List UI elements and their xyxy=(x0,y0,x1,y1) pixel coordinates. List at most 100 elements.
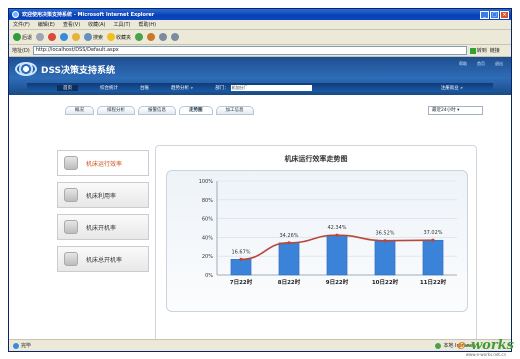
favorites-button[interactable]: 收藏夹 xyxy=(107,33,131,41)
help-link[interactable]: 帮助 xyxy=(459,61,467,67)
metric-efficiency[interactable]: 机床运行效率 xyxy=(57,150,149,176)
menu-view[interactable]: 查看(V) xyxy=(63,21,80,28)
back-arrow-icon xyxy=(13,33,21,41)
go-label: 转到 xyxy=(476,48,487,54)
menu-edit[interactable]: 编辑(E) xyxy=(38,21,55,28)
x-tick-label: 7日22时 xyxy=(230,278,253,286)
tab-overview[interactable]: 概况 xyxy=(65,106,94,115)
menu-file[interactable]: 文件(F) xyxy=(13,21,30,28)
data-label: 16.67% xyxy=(231,249,250,255)
mail-icon[interactable] xyxy=(159,33,168,41)
trend-point xyxy=(287,241,291,245)
metric-startup-label: 机床开机率 xyxy=(86,224,117,232)
home-link[interactable]: 首页 xyxy=(477,61,485,67)
address-bar: 地址(D) http://localhost/DSS/Default.aspx … xyxy=(9,45,511,57)
y-tick-label: 100% xyxy=(199,179,214,185)
time-range-select[interactable]: 最近24小时 ▾ xyxy=(428,106,483,115)
trend-point xyxy=(431,238,435,242)
menu-tools[interactable]: 工具(T) xyxy=(114,21,131,28)
y-tick-label: 80% xyxy=(202,198,213,204)
home-icon[interactable] xyxy=(72,33,81,41)
nav-statistics[interactable]: 综合统计 xyxy=(100,85,118,91)
tab-schedule[interactable]: 排程分析 xyxy=(97,106,135,115)
minimize-button[interactable]: _ xyxy=(480,10,489,19)
watermark-url: www.e-works.net.cn xyxy=(465,352,506,357)
chart-bar xyxy=(230,259,252,276)
y-tick-label: 20% xyxy=(202,254,213,260)
x-tick-label: 9日22时 xyxy=(326,278,349,286)
data-label: 36.52% xyxy=(375,231,394,237)
refresh-icon[interactable] xyxy=(60,33,69,41)
data-label: 37.02% xyxy=(423,230,442,236)
trend-point xyxy=(383,239,387,243)
page-done-icon xyxy=(13,342,19,349)
x-tick-label: 11日22时 xyxy=(420,278,447,286)
gauge-icon xyxy=(64,156,78,170)
metric-utilization-label: 机床利用率 xyxy=(86,192,117,200)
metric-total-startup-rate[interactable]: 机床总开机率 xyxy=(57,246,149,272)
search-label: 搜索 xyxy=(93,34,104,41)
browser-window: 欢迎使用决策支持系统 - Microsoft Internet Explorer… xyxy=(8,8,512,352)
search-icon xyxy=(84,33,93,41)
chart-panel: 机床运行效率走势图 0% 20% 40% 60% 80% 100% 16.67% 7日22时 3… xyxy=(155,145,477,342)
y-tick-label: 60% xyxy=(202,217,213,223)
toolbar: 后退 搜索 收藏夹 xyxy=(9,30,511,45)
y-tick-label: 0% xyxy=(205,273,213,279)
search-button[interactable]: 搜索 xyxy=(84,33,103,41)
address-input[interactable]: http://localhost/DSS/Default.aspx xyxy=(32,46,467,55)
chart-bar xyxy=(326,234,348,276)
star-icon xyxy=(107,33,116,41)
nav-ledger[interactable]: 台账 xyxy=(140,85,149,91)
links-label[interactable]: 链接 xyxy=(490,47,500,54)
main-nav: 首页 综合统计 台账 趋势分析 » 部门： 机加分厂 注册就业 » xyxy=(27,83,493,92)
app-logo: DSS决策支持系统 xyxy=(15,62,115,76)
tab-trend[interactable]: 走势图 xyxy=(179,106,213,115)
chart-bar xyxy=(422,239,444,276)
status-bar: 完毕 本地 Intranet xyxy=(9,339,511,351)
print-icon[interactable] xyxy=(171,33,180,41)
x-tick-label: 8日22时 xyxy=(278,278,301,286)
document-icon xyxy=(64,252,78,266)
menu-help[interactable]: 帮助(H) xyxy=(138,21,156,28)
menu-bar: 文件(F) 编辑(E) 查看(V) 收藏(A) 工具(T) 帮助(H) xyxy=(9,20,511,30)
maximize-button[interactable]: □ xyxy=(490,10,499,19)
forward-arrow-icon[interactable] xyxy=(36,33,45,41)
metric-utilization[interactable]: 机床利用率 xyxy=(57,182,149,208)
back-button[interactable]: 后退 xyxy=(13,33,32,41)
ie-icon xyxy=(12,11,19,18)
nav-exit[interactable]: 注册就业 » xyxy=(441,85,463,91)
go-arrow-icon xyxy=(469,47,476,54)
data-label: 34.26% xyxy=(279,233,298,239)
dept-select[interactable]: 机加分厂 xyxy=(230,84,312,91)
media-icon[interactable] xyxy=(135,33,144,41)
logout-link[interactable]: 退出 xyxy=(495,61,503,67)
dept-selector: 部门： 机加分厂 xyxy=(215,84,312,91)
metric-list: 机床运行效率 机床利用率 机床开机率 机床总开机率 xyxy=(57,150,149,278)
tab-strip: 概况 排程分析 报警信息 走势图 加工信息 xyxy=(65,106,254,115)
metric-startup-rate[interactable]: 机床开机率 xyxy=(57,214,149,240)
tool-icon xyxy=(64,220,78,234)
menu-favorites[interactable]: 收藏(A) xyxy=(88,21,105,28)
metric-efficiency-label: 机床运行效率 xyxy=(86,160,123,168)
logo-text: DSS决策支持系统 xyxy=(41,65,116,76)
favorites-label: 收藏夹 xyxy=(116,34,132,41)
chart-bar xyxy=(278,242,300,276)
tab-processing[interactable]: 加工信息 xyxy=(215,106,254,115)
chart-plot-box: 0% 20% 40% 60% 80% 100% 16.67% 7日22时 34.26% 8日22时… xyxy=(166,170,468,312)
go-button[interactable]: 转到 xyxy=(469,47,487,54)
x-tick-label: 10日22时 xyxy=(372,278,399,286)
trend-point xyxy=(335,233,339,237)
nav-trend[interactable]: 趋势分析 » xyxy=(171,85,193,91)
chart-bar xyxy=(374,240,396,276)
stop-icon[interactable] xyxy=(48,33,57,41)
tab-alarm[interactable]: 报警信息 xyxy=(138,106,176,115)
data-label: 42.34% xyxy=(327,225,346,231)
close-button[interactable]: × xyxy=(500,10,509,19)
time-range-value: 最近24小时 xyxy=(432,108,456,113)
history-icon[interactable] xyxy=(147,33,156,41)
y-tick-label: 40% xyxy=(202,235,213,241)
chart-title: 机床运行效率走势图 xyxy=(284,155,348,163)
nav-home[interactable]: 首页 xyxy=(57,84,78,91)
metric-total-startup-label: 机床总开机率 xyxy=(86,256,123,264)
header-links: 帮助 首页 退出 xyxy=(459,61,503,67)
